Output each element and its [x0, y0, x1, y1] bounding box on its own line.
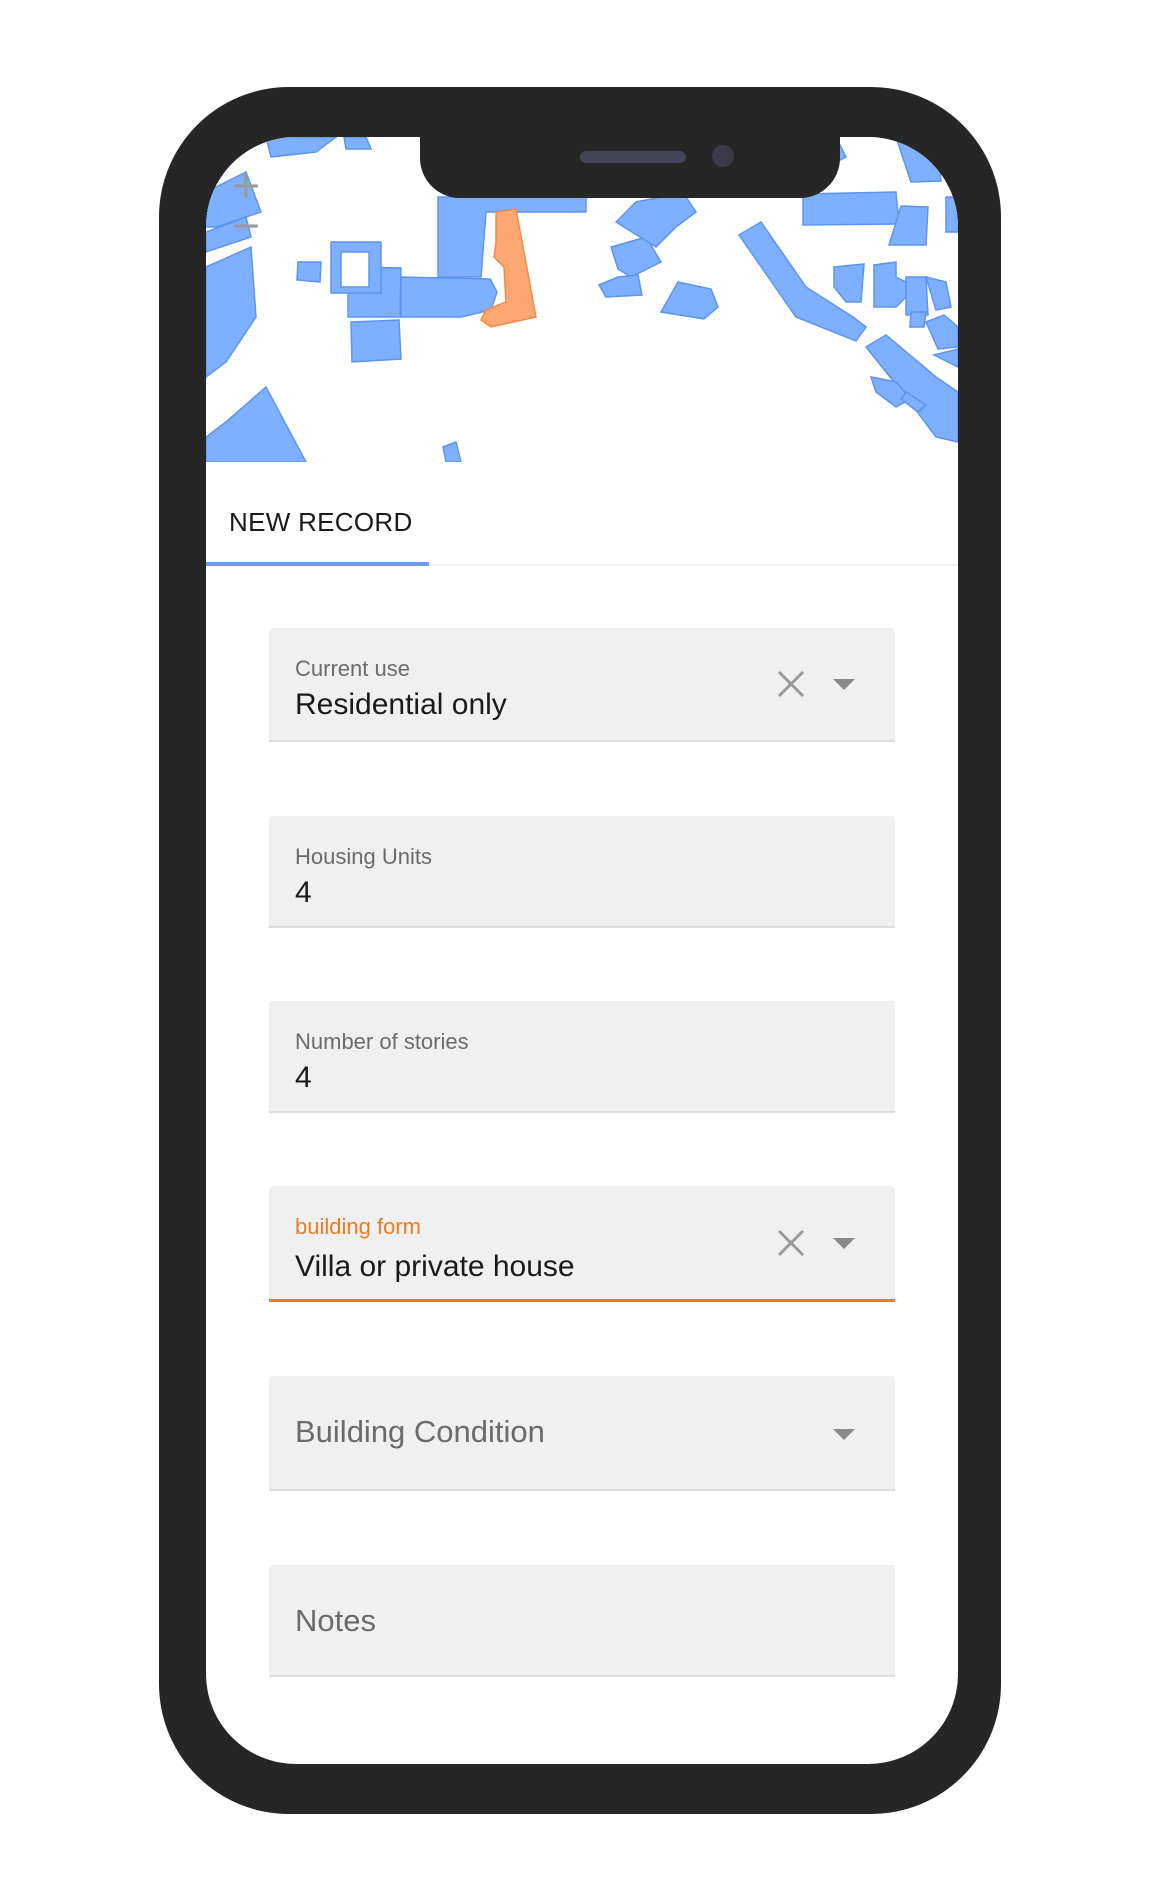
current-use-select[interactable]: Current use Residential only [269, 628, 895, 742]
zoom-in-button[interactable]: + [230, 165, 262, 205]
current-use-value: Residential only [295, 688, 507, 721]
phone-notch [420, 137, 840, 198]
phone-screen: + − NEW RECORD Current use Residential o… [206, 137, 958, 1764]
phone-frame: + − NEW RECORD Current use Residential o… [159, 87, 1001, 1814]
map-building-courtyard [340, 251, 370, 288]
chevron-down-icon[interactable] [833, 1429, 855, 1441]
map-building [909, 311, 927, 328]
notes-placeholder: Notes [295, 1603, 376, 1638]
map-building [945, 196, 958, 233]
building-condition-placeholder: Building Condition [295, 1414, 545, 1449]
map-building [905, 276, 929, 316]
zoom-out-button[interactable]: − [230, 205, 262, 245]
housing-units-value: 4 [295, 876, 312, 909]
map-building [350, 319, 402, 363]
tab-active-indicator [206, 562, 429, 566]
map-building [802, 191, 900, 226]
camera-icon [712, 145, 734, 167]
map-building [400, 276, 498, 318]
map-building [343, 137, 373, 150]
building-form-label: building form [295, 1214, 421, 1239]
current-use-label: Current use [295, 656, 410, 681]
tab-bar: NEW RECORD [206, 462, 958, 566]
building-form-value: Villa or private house [295, 1250, 575, 1283]
clear-current-use-icon[interactable] [776, 669, 806, 699]
map-building [296, 261, 322, 283]
chevron-down-icon[interactable] [833, 679, 855, 691]
tab-new-record[interactable]: NEW RECORD [206, 462, 429, 566]
clear-building-form-icon[interactable] [776, 1228, 806, 1258]
number-of-stories-label: Number of stories [295, 1029, 469, 1054]
housing-units-field[interactable]: Housing Units 4 [269, 816, 895, 928]
speaker-icon [580, 151, 686, 163]
number-of-stories-field[interactable]: Number of stories 4 [269, 1001, 895, 1113]
tab-new-record-label: NEW RECORD [229, 507, 413, 537]
notes-field[interactable]: Notes [269, 1565, 895, 1677]
building-form-select[interactable]: building form Villa or private house [269, 1186, 895, 1302]
number-of-stories-value: 4 [295, 1061, 312, 1094]
housing-units-label: Housing Units [295, 844, 432, 869]
chevron-down-icon[interactable] [833, 1238, 855, 1250]
building-condition-select[interactable]: Building Condition [269, 1376, 895, 1491]
